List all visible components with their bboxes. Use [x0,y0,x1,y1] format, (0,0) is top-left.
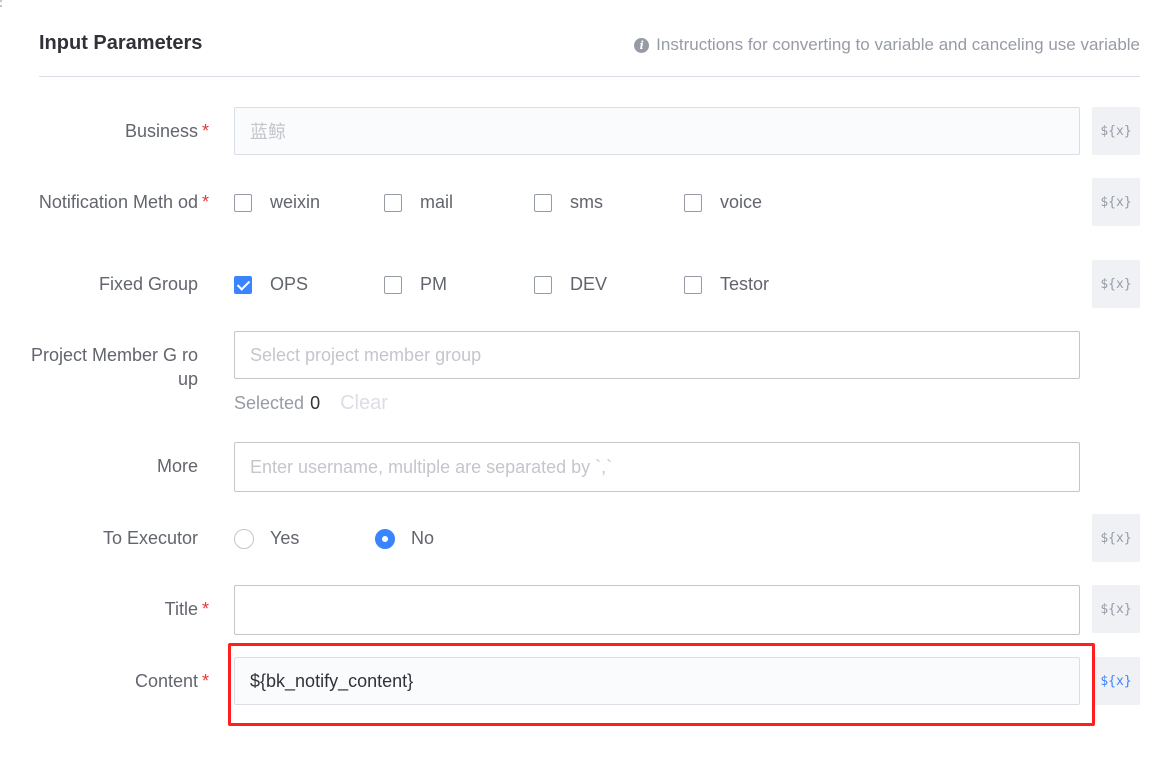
checkbox-box[interactable] [384,193,402,212]
fixed-group-variable-button[interactable]: ${x} [1092,260,1140,308]
checkbox-box[interactable] [684,193,702,212]
project-member-group-select[interactable]: Select project member group [234,331,1080,379]
required-mark: * [202,599,210,619]
checkbox-label: sms [570,192,603,212]
business-field: 蓝鲸 [234,107,1080,155]
content-value: ${bk_notify_content} [250,670,414,691]
checkbox-sms[interactable]: sms [534,192,603,213]
radio-circle-checked[interactable] [375,528,395,549]
content-label: Content [134,671,198,691]
checkbox-label: weixin [270,192,321,212]
drag-handle-icon[interactable] [0,0,4,10]
title-label: Title [164,599,198,619]
business-value: 蓝鲸 [250,122,286,142]
more-label: More [156,456,198,476]
to-executor-label: To Executor [102,528,198,548]
checkbox-label: Testor [720,274,770,294]
notification-method-label: Notification Meth od [38,192,198,212]
notification-method-variable-button[interactable]: ${x} [1092,178,1140,226]
title-input[interactable] [234,585,1080,635]
radio-label: No [411,528,435,548]
selected-count: 0 [310,393,321,413]
clear-button[interactable]: Clear [340,392,388,415]
required-mark: * [202,192,210,212]
checkbox-label: PM [420,274,447,294]
project-member-group-label: Project Member G roup [30,345,198,389]
checkbox-label: DEV [570,274,608,294]
checkbox-voice[interactable]: voice [684,192,762,213]
required-mark: * [202,121,210,141]
to-executor-variable-button[interactable]: ${x} [1092,514,1140,562]
radio-no[interactable]: No [375,528,434,549]
checkbox-weixin[interactable]: weixin [234,192,320,213]
selected-label: Selected [234,393,305,413]
checkbox-box[interactable] [534,275,552,294]
checkbox-testor[interactable]: Testor [684,274,769,295]
checkbox-dev[interactable]: DEV [534,274,607,295]
checkbox-box[interactable] [384,275,402,294]
content-field: ${bk_notify_content} [234,657,1080,705]
notification-method-group: weixin mail sms voice [234,192,834,216]
checkbox-label: voice [720,192,763,212]
checkbox-ops[interactable]: OPS [234,274,308,295]
radio-label: Yes [270,528,300,548]
checkbox-mail[interactable]: mail [384,192,453,213]
business-variable-button[interactable]: ${x} [1092,107,1140,155]
section-title: Input Parameters [39,32,203,54]
selected-info: Selected 0 Clear [234,392,388,415]
checkbox-box[interactable] [534,193,552,212]
project-member-group-placeholder: Select project member group [250,344,482,365]
title-variable-button[interactable]: ${x} [1092,585,1140,633]
checkbox-label: OPS [270,274,309,294]
info-icon: i [634,37,650,53]
radio-yes[interactable]: Yes [234,528,299,549]
checkbox-box-checked[interactable] [234,275,252,294]
checkbox-label: mail [420,192,454,212]
variable-instructions-link[interactable]: i Instructions for converting to variabl… [634,35,1140,55]
radio-circle[interactable] [234,528,254,549]
more-placeholder: Enter username, multiple are separated b… [250,456,613,477]
checkbox-pm[interactable]: PM [384,274,447,295]
more-input[interactable]: Enter username, multiple are separated b… [234,442,1080,492]
section-header: Input Parameters i Instructions for conv… [39,30,1140,77]
checkbox-box[interactable] [684,275,702,294]
required-mark: * [202,671,210,691]
content-variable-button[interactable]: ${x} [1092,657,1140,705]
to-executor-group: Yes No [234,528,534,552]
business-label: Business [124,121,198,141]
fixed-group-group: OPS PM DEV Testor [234,274,834,298]
checkbox-box[interactable] [234,193,252,212]
variable-instructions-text: Instructions for converting to variable … [656,35,1140,54]
fixed-group-label: Fixed Group [98,274,198,294]
